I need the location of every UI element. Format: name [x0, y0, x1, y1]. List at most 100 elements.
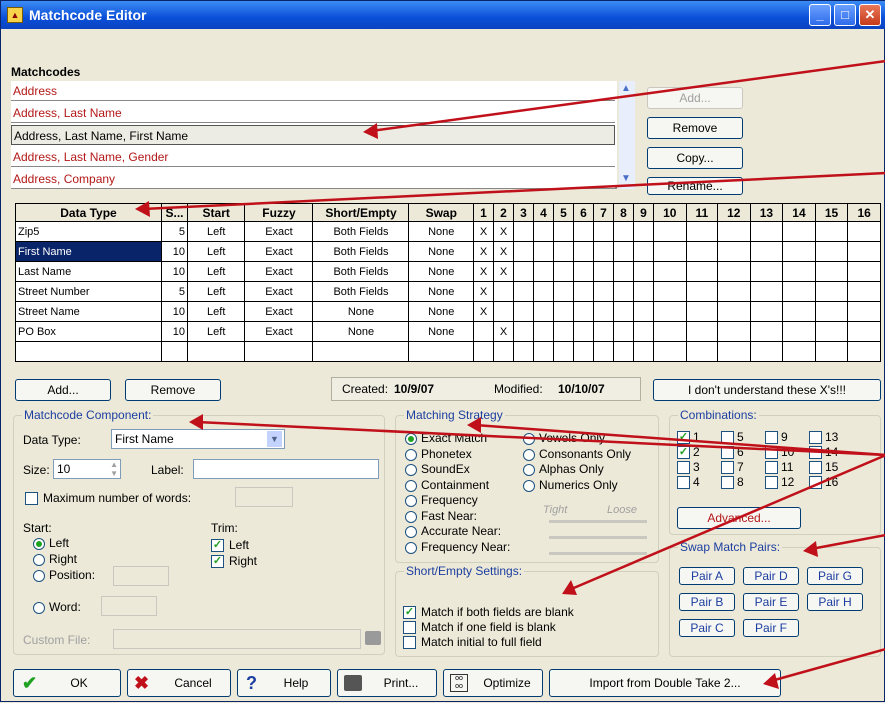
grid-cell-type[interactable]: Street Name — [15, 301, 162, 322]
grid-cell-combo[interactable] — [782, 301, 816, 322]
combination-checkbox[interactable] — [809, 476, 822, 489]
strategy-right-2-radio[interactable] — [523, 464, 535, 476]
grid-cell-combo[interactable] — [553, 321, 574, 342]
short-empty-checkbox[interactable]: ✓ — [403, 606, 416, 619]
grid-cell-combo[interactable] — [814, 241, 849, 262]
grid-cell-combo[interactable] — [553, 281, 574, 302]
grid-cell-combo[interactable] — [593, 221, 614, 242]
grid-cell-combo[interactable] — [847, 281, 881, 302]
grid-cell-combo[interactable] — [513, 221, 534, 242]
column-header[interactable]: 2 — [493, 203, 514, 222]
grid-cell-combo[interactable] — [814, 261, 849, 282]
matchcode-item[interactable]: Address, Last Name, First Name — [11, 125, 615, 145]
grid-cell-short_empty[interactable]: None — [312, 321, 410, 342]
word-spinner[interactable] — [101, 596, 157, 616]
grid-cell-short_empty[interactable]: Both Fields — [312, 261, 410, 282]
grid-cell-combo[interactable] — [633, 221, 654, 242]
column-header[interactable]: 1 — [473, 203, 494, 222]
column-header[interactable]: 8 — [613, 203, 634, 222]
maximize-button[interactable]: □ — [834, 4, 856, 26]
grid-cell-combo[interactable] — [553, 261, 574, 282]
grid-cell-type[interactable]: Zip5 — [15, 221, 162, 242]
combination-checkbox[interactable] — [721, 476, 734, 489]
grid-cell-combo[interactable] — [782, 221, 816, 242]
grid-cell-combo[interactable] — [573, 241, 594, 262]
grid-cell-fuzzy[interactable]: Exact — [244, 281, 314, 302]
grid-cell-combo[interactable] — [847, 221, 881, 242]
strategy-left-5-radio[interactable] — [405, 510, 417, 523]
table-row[interactable]: Last Name 10 Left Exact Both Fields None X X — [15, 261, 881, 282]
grid-cell-combo[interactable] — [533, 321, 554, 342]
grid-cell-combo[interactable] — [653, 301, 687, 322]
swap-pair-button[interactable]: Pair E — [743, 593, 799, 611]
grid-cell-combo[interactable] — [573, 321, 594, 342]
column-header[interactable]: 14 — [782, 203, 816, 222]
grid-cell-combo[interactable] — [513, 321, 534, 342]
grid-cell-c1[interactable]: X — [473, 261, 494, 282]
components-grid[interactable]: Data Type S... Start Fuzzy Short/Empty Swap 1 2… — [15, 203, 881, 362]
grid-cell-combo[interactable] — [782, 281, 816, 302]
grid-cell-combo[interactable] — [749, 301, 784, 322]
start-position-radio[interactable] — [33, 570, 45, 582]
cancel-button[interactable]: ✖ Cancel — [127, 669, 231, 697]
combination-checkbox[interactable] — [677, 461, 690, 474]
grid-cell-start[interactable]: Left — [186, 241, 246, 262]
grid-cell-fuzzy[interactable]: Exact — [244, 221, 314, 242]
grid-cell-combo[interactable] — [633, 301, 654, 322]
grid-cell-combo[interactable] — [513, 281, 534, 302]
strategy-left-6-radio[interactable] — [405, 526, 417, 538]
combination-checkbox[interactable] — [765, 461, 778, 474]
combination-checkbox[interactable]: ✓ — [677, 446, 690, 459]
column-header[interactable]: 12 — [716, 203, 751, 222]
grid-cell-combo[interactable] — [685, 321, 718, 342]
grid-cell-swap[interactable]: None — [408, 261, 474, 282]
trim-right-checkbox[interactable]: ✓ — [211, 555, 224, 568]
optimize-button[interactable]: oo oo Optimize — [443, 669, 543, 697]
table-row[interactable]: Street Name 10 Left Exact None None X — [15, 301, 881, 322]
table-row[interactable]: Zip5 5 Left Exact Both Fields None X X — [15, 221, 881, 242]
grid-cell-c2[interactable]: X — [493, 321, 514, 342]
grid-cell-start[interactable]: Left — [186, 281, 246, 302]
data-type-select[interactable]: First Name ▼ — [111, 429, 285, 449]
grid-cell-type[interactable]: Last Name — [15, 261, 162, 282]
grid-cell-combo[interactable] — [716, 281, 751, 302]
grid-cell-combo[interactable] — [653, 241, 687, 262]
list-scrollbar[interactable]: ▲ ▼ — [619, 81, 635, 189]
combination-checkbox[interactable]: ✓ — [677, 431, 690, 444]
grid-cell-combo[interactable] — [716, 321, 751, 342]
table-row[interactable]: PO Box 10 Left Exact None None X — [15, 321, 881, 342]
grid-cell-c2[interactable]: X — [493, 221, 514, 242]
grid-cell-combo[interactable] — [653, 281, 687, 302]
grid-cell-start[interactable]: Left — [186, 321, 246, 342]
scroll-down-icon[interactable]: ▼ — [621, 173, 631, 184]
import-double-take-button[interactable]: Import from Double Take 2... — [549, 669, 781, 697]
grid-cell-combo[interactable] — [749, 241, 784, 262]
table-row[interactable]: First Name 10 Left Exact Both Fields None X X — [15, 241, 881, 262]
grid-cell-swap[interactable]: None — [408, 241, 474, 262]
grid-cell-combo[interactable] — [553, 241, 574, 262]
matchcode-item[interactable]: Address, Last Name, Gender — [11, 147, 615, 167]
combination-checkbox[interactable] — [721, 461, 734, 474]
grid-cell-combo[interactable] — [593, 281, 614, 302]
grid-cell-combo[interactable] — [533, 221, 554, 242]
grid-cell-size[interactable]: 10 — [161, 321, 188, 342]
matchcodes-list[interactable]: Address Address, Last Name Address, Last N… — [11, 81, 617, 189]
copy-matchcode-button[interactable]: Copy... — [647, 147, 743, 169]
grid-cell-start[interactable]: Left — [186, 221, 246, 242]
grid-cell-combo[interactable] — [716, 221, 751, 242]
close-button[interactable]: ✕ — [859, 4, 881, 26]
strategy-left-7-radio[interactable] — [405, 541, 417, 554]
column-header[interactable]: 16 — [847, 203, 881, 222]
grid-cell-start[interactable]: Left — [186, 261, 246, 282]
grid-cell-combo[interactable] — [613, 241, 634, 262]
combination-checkbox[interactable] — [765, 446, 778, 459]
grid-cell-combo[interactable] — [685, 221, 718, 242]
print-button[interactable]: Print... — [337, 669, 437, 697]
column-header[interactable]: Swap — [408, 203, 474, 222]
grid-cell-fuzzy[interactable]: Exact — [244, 301, 314, 322]
column-header[interactable]: 7 — [593, 203, 614, 222]
column-header[interactable]: 13 — [749, 203, 784, 222]
grid-cell-combo[interactable] — [573, 221, 594, 242]
matchcode-item[interactable]: Address — [11, 81, 615, 101]
grid-cell-short_empty[interactable]: Both Fields — [312, 281, 410, 302]
